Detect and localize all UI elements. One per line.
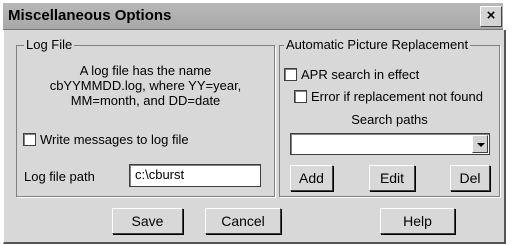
write-log-checkbox[interactable] (23, 133, 36, 146)
log-path-input[interactable]: c:\cburst (129, 164, 261, 187)
options-dialog: Miscellaneous Options × Log File A log f… (0, 0, 512, 245)
close-button[interactable]: × (480, 6, 502, 27)
dialog-title: Miscellaneous Options (8, 7, 172, 24)
chevron-down-icon[interactable] (472, 135, 488, 153)
cancel-button[interactable]: Cancel (205, 208, 281, 234)
log-path-label: Log file path (24, 169, 95, 184)
edit-path-button[interactable]: Edit (369, 165, 415, 191)
help-button[interactable]: Help (380, 208, 455, 234)
apr-search-checkbox[interactable] (284, 68, 297, 81)
delete-path-button[interactable]: Del (450, 165, 490, 191)
error-not-found-checkbox[interactable] (294, 90, 307, 103)
apr-group-title: Automatic Picture Replacement (284, 37, 471, 52)
log-file-group-title: Log File (24, 37, 75, 52)
title-bar[interactable]: Miscellaneous Options × (3, 3, 503, 30)
error-not-found-checkbox-label: Error if replacement not found (311, 89, 483, 104)
write-log-checkbox-row[interactable]: Write messages to log file (23, 132, 189, 147)
add-path-button[interactable]: Add (290, 165, 333, 191)
search-paths-label: Search paths (351, 112, 428, 127)
log-file-info-line-2: cbYYMMDD.log, where YY=year, (49, 78, 242, 93)
apr-search-checkbox-row[interactable]: APR search in effect (284, 67, 419, 82)
save-button[interactable]: Save (112, 208, 183, 234)
dialog-body: Log File A log file has the name cbYYMMD… (3, 30, 506, 244)
log-file-group: Log File A log file has the name cbYYMMD… (16, 37, 275, 197)
apr-group: Automatic Picture Replacement APR search… (279, 37, 500, 197)
apr-search-checkbox-label: APR search in effect (301, 67, 420, 82)
write-log-checkbox-label: Write messages to log file (40, 132, 189, 147)
error-not-found-checkbox-row[interactable]: Error if replacement not found (294, 89, 483, 104)
search-paths-dropdown[interactable] (290, 133, 490, 155)
log-file-info-line-1: A log file has the name (79, 63, 212, 78)
log-file-info-line-3: MM=month, and DD=date (70, 93, 221, 108)
